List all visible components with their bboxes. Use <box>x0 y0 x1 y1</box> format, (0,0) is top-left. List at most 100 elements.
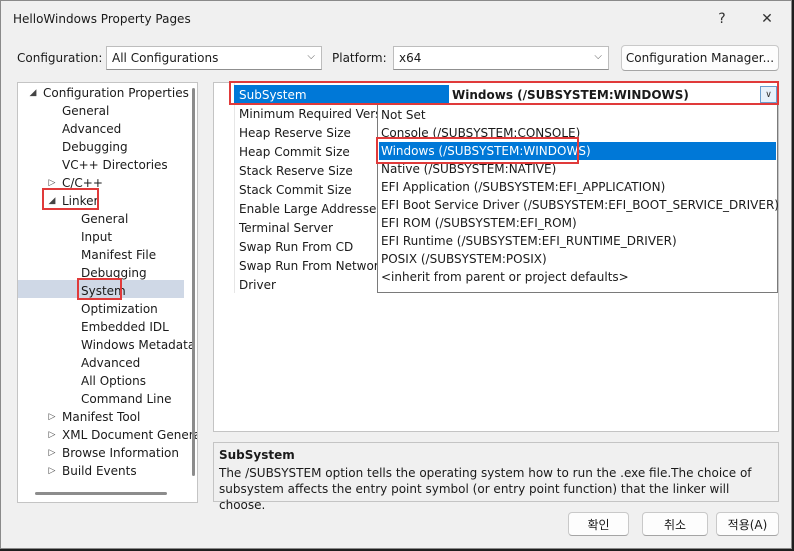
collapsed-arrow-icon[interactable]: ▷ <box>47 174 57 192</box>
chevron-down-icon: ∨ <box>765 89 772 100</box>
tree-item[interactable]: General <box>18 210 190 228</box>
expanded-arrow-icon[interactable]: ◢ <box>28 84 38 102</box>
tree-item-label: Command Line <box>81 392 172 406</box>
expanded-arrow-icon[interactable]: ◢ <box>47 192 57 210</box>
dropdown-option[interactable]: EFI Runtime (/SUBSYSTEM:EFI_RUNTIME_DRIV… <box>379 232 776 250</box>
tree-item[interactable]: Embedded IDL <box>18 318 190 336</box>
tree-vertical-scroll-thumb[interactable] <box>192 88 195 476</box>
tree-item[interactable]: All Options <box>18 372 190 390</box>
chevron-down-icon: ⌵ <box>307 51 315 62</box>
tree-item[interactable]: System <box>18 282 190 300</box>
tree-item[interactable]: Debugging <box>18 138 190 156</box>
dropdown-option[interactable]: POSIX (/SUBSYSTEM:POSIX) <box>379 250 776 268</box>
tree-item-label: Manifest File <box>81 248 157 262</box>
tree-item[interactable]: Optimization <box>18 300 190 318</box>
tree-item[interactable]: General <box>18 102 190 120</box>
title-bar[interactable]: HelloWindows Property Pages ? ✕ <box>1 1 793 37</box>
tree-vertical-scrollbar[interactable] <box>191 83 197 485</box>
property-name: Swap Run From Network <box>239 259 386 273</box>
dropdown-option[interactable]: EFI Application (/SUBSYSTEM:EFI_APPLICAT… <box>379 178 776 196</box>
window-title: HelloWindows Property Pages <box>13 12 191 26</box>
tree-item-label: XML Document Generator <box>62 428 197 442</box>
collapsed-arrow-icon[interactable]: ▷ <box>47 444 57 462</box>
platform-value: x64 <box>399 51 422 65</box>
tree-item[interactable]: Debugging <box>18 264 190 282</box>
tree-item[interactable]: ◢ Configuration Properties <box>18 84 190 102</box>
dropdown-option[interactable]: EFI ROM (/SUBSYSTEM:EFI_ROM) <box>379 214 776 232</box>
property-name-subsystem[interactable]: SubSystem <box>234 85 449 105</box>
tree-item-label: Embedded IDL <box>81 320 169 334</box>
subsystem-dropdown-list[interactable]: Not Set Console (/SUBSYSTEM:CONSOLE) Windo… <box>377 104 779 293</box>
tree-item-label: Manifest Tool <box>62 410 141 424</box>
property-name: Heap Commit Size <box>239 145 350 159</box>
tree-item[interactable]: ▷ XML Document Generator <box>18 426 197 444</box>
tree-item-label: Advanced <box>62 122 122 136</box>
dropdown-button[interactable]: ∨ <box>760 86 777 103</box>
tree-item[interactable]: VC++ Directories <box>18 156 190 174</box>
configuration-manager-button[interactable]: Configuration Manager... <box>621 45 779 71</box>
tree-item[interactable]: ▷ Build Events <box>18 462 190 480</box>
tree-item[interactable]: Advanced <box>18 120 190 138</box>
property-tree[interactable]: ◢ Configuration Properties General Advanced… <box>17 82 198 503</box>
cancel-button[interactable]: 취소 <box>642 512 708 536</box>
dropdown-option[interactable]: Windows (/SUBSYSTEM:WINDOWS) <box>379 142 776 160</box>
tree-item[interactable]: ▷ Manifest Tool <box>18 408 190 426</box>
tree-item-label: Optimization <box>81 302 158 316</box>
collapsed-arrow-icon[interactable]: ▷ <box>47 462 57 480</box>
platform-label: Platform: <box>332 51 387 65</box>
tree-item-label: C/C++ <box>62 176 103 190</box>
tree-item-label: Debugging <box>81 266 147 280</box>
apply-button[interactable]: 적용(A) <box>716 512 779 536</box>
property-row-subsystem[interactable]: SubSystem Windows (/SUBSYSTEM:WINDOWS) ∨ <box>234 85 778 105</box>
tree-item[interactable]: Manifest File <box>18 246 190 264</box>
dropdown-option[interactable]: EFI Boot Service Driver (/SUBSYSTEM:EFI_… <box>379 196 779 214</box>
tree-item-label: Browse Information <box>62 446 179 460</box>
tree-item[interactable]: Windows Metadata <box>18 336 195 354</box>
collapsed-arrow-icon[interactable]: ▷ <box>47 426 57 444</box>
collapsed-arrow-icon[interactable]: ▷ <box>47 408 57 426</box>
property-name: Swap Run From CD <box>239 240 354 254</box>
tree-item[interactable]: Command Line <box>18 390 190 408</box>
tree-item-label: System <box>81 284 126 298</box>
tree-item-label: VC++ Directories <box>62 158 168 172</box>
close-icon: ✕ <box>761 11 773 27</box>
tree-item-label: Input <box>81 230 113 244</box>
ok-button[interactable]: 확인 <box>568 512 629 536</box>
tree-horizontal-scrollbar[interactable] <box>18 485 197 502</box>
platform-select[interactable]: x64 ⌵ <box>393 46 609 70</box>
property-pages-dialog: HelloWindows Property Pages ? ✕ Configur… <box>0 0 792 549</box>
property-name: Enable Large Addresses <box>239 202 383 216</box>
description-title: SubSystem <box>219 448 295 462</box>
configuration-select[interactable]: All Configurations ⌵ <box>106 46 322 70</box>
dropdown-option[interactable]: <inherit from parent or project defaults… <box>379 268 776 286</box>
dropdown-option[interactable]: Not Set <box>379 106 776 124</box>
tree-horizontal-scroll-thumb[interactable] <box>35 492 167 495</box>
property-name: Minimum Required Version <box>239 107 400 121</box>
tree-item[interactable]: Input <box>18 228 190 246</box>
tree-item-label: Advanced <box>81 356 141 370</box>
property-name: Driver <box>239 278 276 292</box>
tree-item[interactable]: Advanced <box>18 354 190 372</box>
property-value-subsystem[interactable]: Windows (/SUBSYSTEM:WINDOWS) <box>452 88 689 102</box>
property-name: Heap Reserve Size <box>239 126 351 140</box>
tree-item-label: Build Events <box>62 464 137 478</box>
tree-item[interactable]: ▷ Browse Information <box>18 444 190 462</box>
help-button[interactable]: ? <box>708 7 736 31</box>
close-button[interactable]: ✕ <box>753 7 781 31</box>
property-name-text: SubSystem <box>239 88 307 102</box>
tree-item-label: Debugging <box>62 140 128 154</box>
dropdown-option[interactable]: Console (/SUBSYSTEM:CONSOLE) <box>379 124 776 142</box>
dropdown-option[interactable]: Native (/SUBSYSTEM:NATIVE) <box>379 160 776 178</box>
property-name: Stack Commit Size <box>239 183 352 197</box>
tree-item[interactable]: ▷ C/C++ <box>18 174 190 192</box>
tree-item-label: Linker <box>62 194 99 208</box>
tree-item-label: All Options <box>81 374 146 388</box>
chevron-down-icon: ⌵ <box>594 51 602 62</box>
tree-item-label: Windows Metadata <box>81 338 196 352</box>
tree-item-label: Configuration Properties <box>43 86 189 100</box>
property-name: Stack Reserve Size <box>239 164 353 178</box>
description-text: The /SUBSYSTEM option tells the operatin… <box>219 466 752 512</box>
description-panel: SubSystem The /SUBSYSTEM option tells th… <box>213 442 779 512</box>
tree-item[interactable]: ◢ Linker <box>18 192 190 210</box>
configuration-value: All Configurations <box>112 51 219 65</box>
